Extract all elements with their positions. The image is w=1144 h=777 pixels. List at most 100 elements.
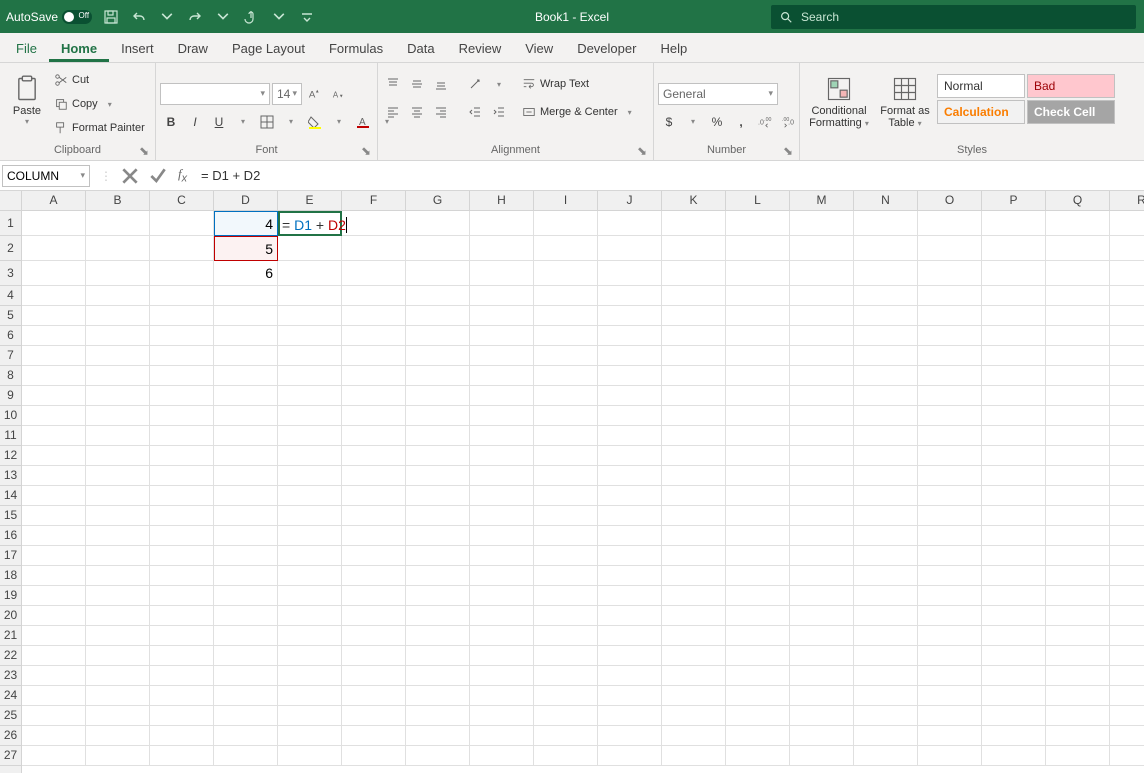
cell[interactable] <box>534 306 598 326</box>
cell[interactable] <box>214 706 278 726</box>
cell[interactable] <box>150 236 214 261</box>
number-format-selector[interactable]: General▾ <box>658 83 778 105</box>
row-header[interactable]: 24 <box>0 686 21 706</box>
cell[interactable] <box>790 626 854 646</box>
font-name-selector[interactable]: ▾ <box>160 83 270 105</box>
cell[interactable] <box>1110 626 1144 646</box>
column-header[interactable]: J <box>598 191 662 210</box>
cell[interactable] <box>534 586 598 606</box>
cell[interactable] <box>598 506 662 526</box>
cell[interactable] <box>662 211 726 236</box>
cell[interactable] <box>534 686 598 706</box>
cell[interactable] <box>278 236 342 261</box>
cell[interactable] <box>1046 261 1110 286</box>
cell[interactable] <box>214 406 278 426</box>
cell[interactable] <box>918 366 982 386</box>
cell[interactable] <box>1110 666 1144 686</box>
cell[interactable] <box>22 606 86 626</box>
cell[interactable] <box>278 546 342 566</box>
cell[interactable] <box>534 286 598 306</box>
row-header[interactable]: 17 <box>0 546 21 566</box>
cell[interactable] <box>22 726 86 746</box>
cell[interactable] <box>726 211 790 236</box>
cell[interactable] <box>790 606 854 626</box>
cell[interactable] <box>214 286 278 306</box>
autosave-toggle[interactable]: AutoSave Off <box>6 10 92 24</box>
cell[interactable] <box>406 586 470 606</box>
cell[interactable] <box>22 366 86 386</box>
cell[interactable] <box>406 506 470 526</box>
tab-developer[interactable]: Developer <box>565 35 648 62</box>
cell[interactable] <box>406 386 470 406</box>
cell[interactable] <box>982 386 1046 406</box>
cell[interactable] <box>918 666 982 686</box>
cell[interactable] <box>854 306 918 326</box>
cell[interactable] <box>1110 566 1144 586</box>
cell[interactable] <box>406 286 470 306</box>
cell[interactable] <box>150 666 214 686</box>
cell[interactable] <box>790 566 854 586</box>
cell[interactable] <box>534 526 598 546</box>
cell[interactable] <box>534 626 598 646</box>
cell[interactable] <box>342 326 406 346</box>
cell[interactable] <box>662 666 726 686</box>
fill-color-dropdown-icon[interactable]: ▾ <box>328 111 350 133</box>
cell[interactable] <box>854 211 918 236</box>
cell[interactable] <box>918 706 982 726</box>
cell[interactable] <box>1110 646 1144 666</box>
cell[interactable] <box>918 426 982 446</box>
cell[interactable] <box>150 486 214 506</box>
cell[interactable] <box>726 366 790 386</box>
currency-dropdown-icon[interactable]: ▾ <box>682 111 704 133</box>
row-header[interactable]: 14 <box>0 486 21 506</box>
touch-mouse-dropdown-icon[interactable] <box>270 8 288 26</box>
cell[interactable] <box>790 486 854 506</box>
cell[interactable] <box>470 386 534 406</box>
cell[interactable] <box>726 386 790 406</box>
cell[interactable] <box>150 386 214 406</box>
cell[interactable] <box>150 506 214 526</box>
row-header[interactable]: 18 <box>0 566 21 586</box>
cell[interactable] <box>86 236 150 261</box>
cell[interactable] <box>662 261 726 286</box>
cell[interactable] <box>406 446 470 466</box>
cell[interactable] <box>726 646 790 666</box>
cell[interactable] <box>406 726 470 746</box>
cell[interactable] <box>918 726 982 746</box>
cell[interactable] <box>342 686 406 706</box>
cell[interactable] <box>1110 546 1144 566</box>
row-header[interactable]: 26 <box>0 726 21 746</box>
cell[interactable] <box>1046 726 1110 746</box>
cell[interactable] <box>726 746 790 766</box>
cell[interactable] <box>598 746 662 766</box>
align-center-icon[interactable] <box>406 101 428 123</box>
cell[interactable] <box>598 646 662 666</box>
cell[interactable] <box>214 326 278 346</box>
cell[interactable] <box>790 586 854 606</box>
cell[interactable] <box>662 546 726 566</box>
cell[interactable] <box>86 586 150 606</box>
cell[interactable] <box>662 236 726 261</box>
cell[interactable] <box>662 726 726 746</box>
cell[interactable] <box>406 466 470 486</box>
cell[interactable] <box>22 386 86 406</box>
cell[interactable] <box>790 506 854 526</box>
cell[interactable] <box>470 446 534 466</box>
alignment-dialog-launcher-icon[interactable]: ⬊ <box>637 144 649 156</box>
cell[interactable] <box>1046 346 1110 366</box>
cell[interactable] <box>1110 686 1144 706</box>
cell[interactable] <box>854 546 918 566</box>
cell[interactable] <box>534 261 598 286</box>
cell[interactable] <box>918 446 982 466</box>
cell[interactable] <box>854 366 918 386</box>
cell[interactable] <box>726 546 790 566</box>
cell[interactable] <box>598 486 662 506</box>
cell[interactable] <box>406 211 470 236</box>
cell[interactable] <box>854 706 918 726</box>
cell[interactable] <box>726 446 790 466</box>
cell[interactable] <box>854 406 918 426</box>
cell[interactable] <box>982 586 1046 606</box>
cell[interactable] <box>854 606 918 626</box>
cell[interactable] <box>278 386 342 406</box>
merge-center-button[interactable]: Merge & Center ▾ <box>518 101 636 123</box>
